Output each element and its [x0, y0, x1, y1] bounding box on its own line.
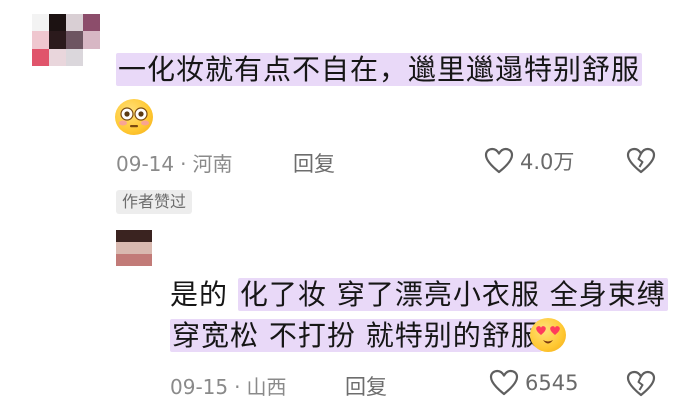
heart-outline-icon [489, 369, 519, 397]
like-count: 4.0万 [520, 150, 575, 174]
author-liked-badge: 作者赞过 [116, 190, 193, 214]
comment-date: 09-14 [116, 152, 175, 176]
reply-like-button[interactable]: 6545 [489, 369, 578, 397]
dislike-button[interactable] [626, 147, 656, 179]
commenter-avatar[interactable] [32, 14, 100, 66]
heart-outline-icon [484, 147, 514, 175]
reply-avatar[interactable] [116, 230, 152, 266]
reply-reply-button[interactable]: 回复 [345, 371, 387, 401]
reply-dislike-button[interactable] [626, 370, 656, 402]
comment-meta: 09-14 · 河南 [116, 152, 233, 176]
comment-text: 一化妆就有点不自在，邋里邋遢特别舒服 [116, 52, 643, 88]
reply-text-line2: 穿宽松 不打扮 就特别的舒服 [170, 318, 542, 354]
reply-text-highlight-2: 穿宽松 不打扮 就特别的舒服 [170, 319, 542, 352]
reply-text-prefix: 是的 [170, 278, 229, 311]
comment-location: 河南 [192, 152, 233, 176]
reply-like-count: 6545 [525, 371, 579, 395]
reply-location: 山西 [246, 375, 287, 399]
reply-text-line1: 是的 化了妆 穿了漂亮小衣服 全身束缚 [170, 277, 668, 313]
reply-date: 09-15 [170, 375, 229, 399]
like-button[interactable]: 4.0万 [484, 146, 574, 176]
broken-heart-icon [626, 370, 656, 402]
comment-text-highlight: 一化妆就有点不自在，邋里邋遢特别舒服 [116, 53, 643, 86]
smiling-face-with-heart-eyes-emoji [530, 318, 566, 352]
flushed-face-emoji [115, 99, 153, 135]
reply-button[interactable]: 回复 [293, 148, 335, 178]
reply-meta: 09-15 · 山西 [170, 375, 287, 399]
reply-text-highlight-1: 化了妆 穿了漂亮小衣服 全身束缚 [237, 278, 668, 311]
broken-heart-icon [626, 147, 656, 179]
